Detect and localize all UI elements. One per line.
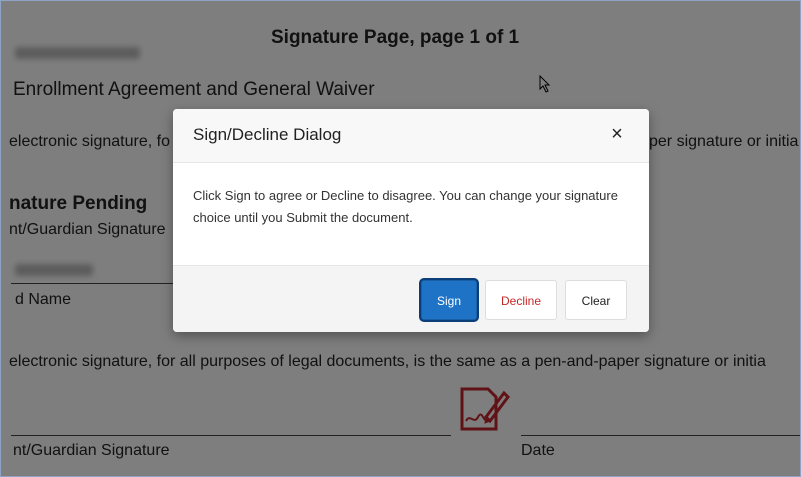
close-icon[interactable]: × (605, 121, 629, 147)
dialog-title: Sign/Decline Dialog (193, 125, 342, 144)
screenshot-frame: Signature Page, page 1 of 1 Enrollment A… (0, 0, 801, 477)
dialog-footer: Sign Decline Clear (173, 265, 649, 332)
dialog-header: Sign/Decline Dialog × (173, 109, 649, 163)
clear-button[interactable]: Clear (565, 280, 627, 320)
dialog-message: Click Sign to agree or Decline to disagr… (193, 188, 618, 225)
sign-decline-dialog: Sign/Decline Dialog × Click Sign to agre… (173, 109, 649, 332)
sign-button[interactable]: Sign (421, 280, 477, 320)
decline-button[interactable]: Decline (485, 280, 557, 320)
